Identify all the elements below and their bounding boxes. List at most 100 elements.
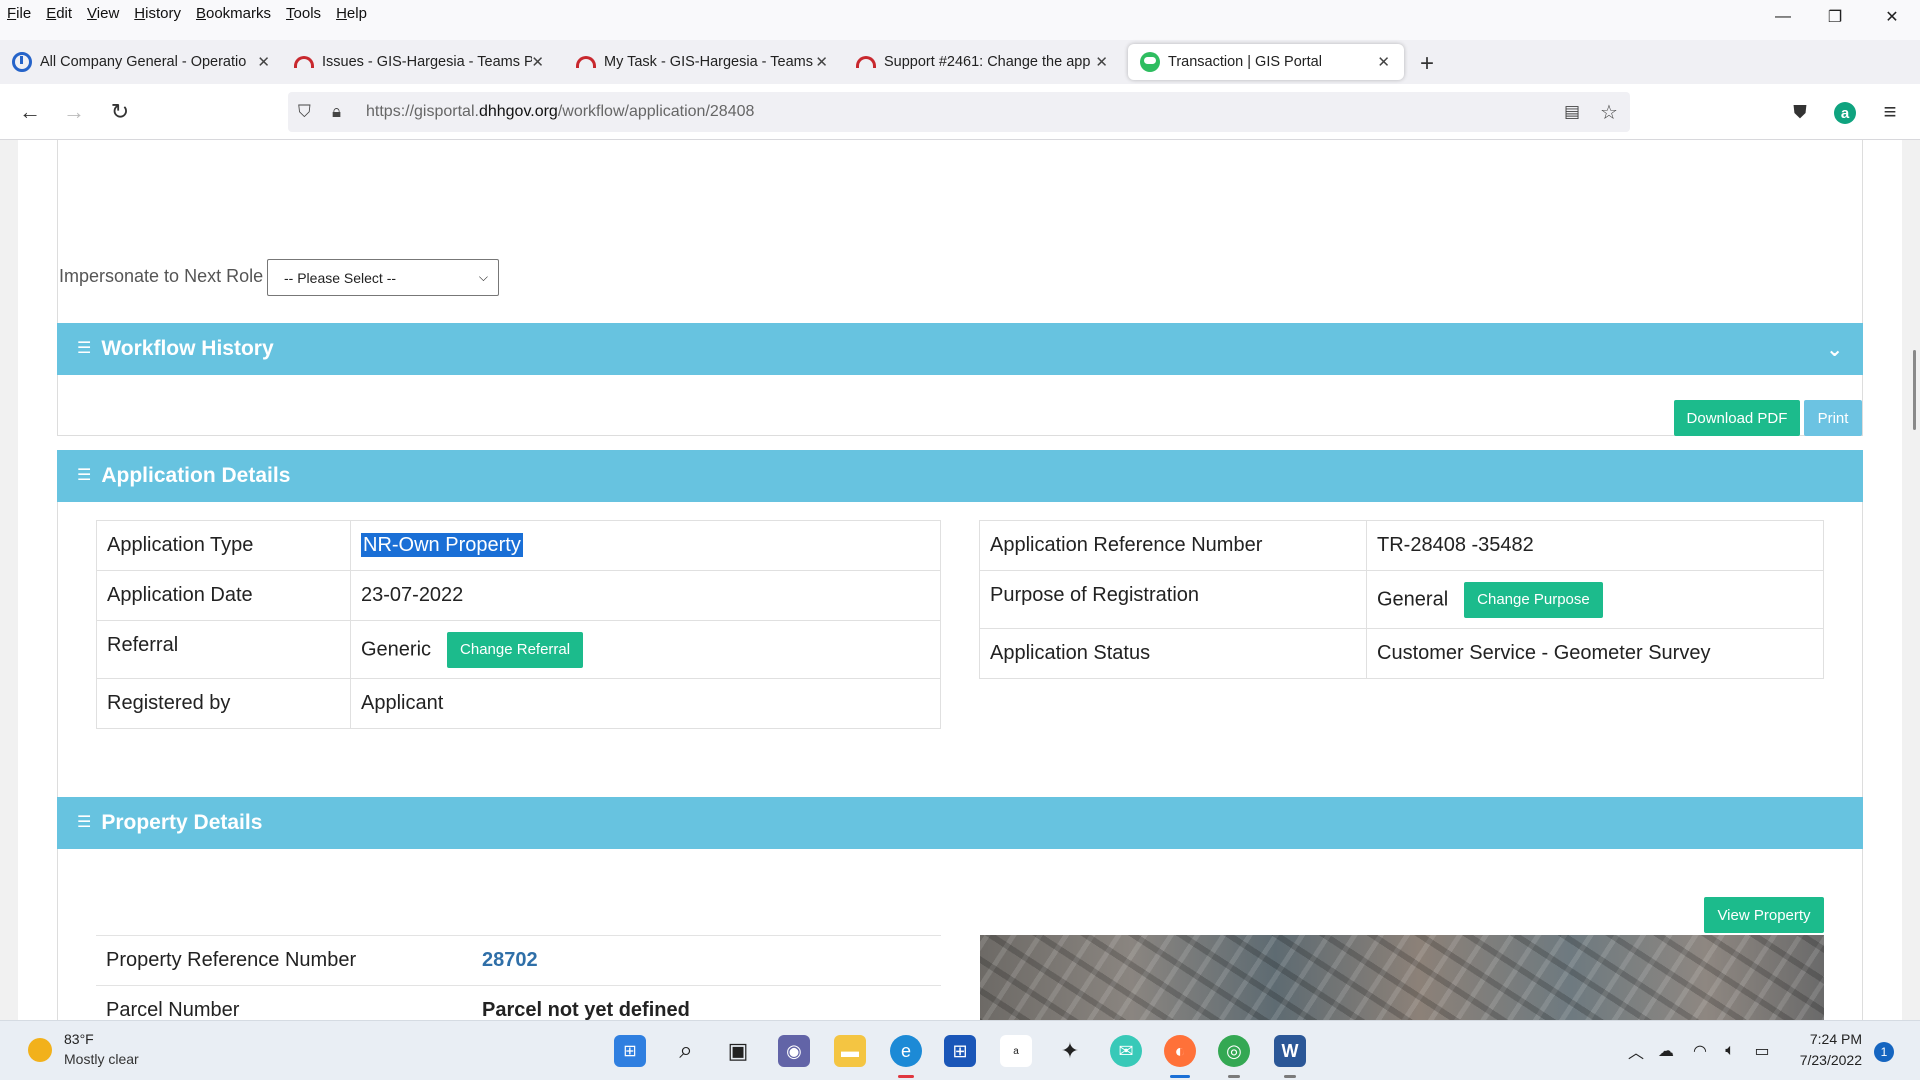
table-row: Application Type NR-Own Property (96, 520, 941, 571)
bookmark-star-icon[interactable]: ☆ (1600, 100, 1618, 125)
tab-issues[interactable]: Issues - GIS-Hargesia - Teams P ✕ (282, 44, 550, 80)
impersonate-role-select[interactable]: -- Please Select -- ⌵ (267, 259, 499, 296)
chat-icon[interactable]: ◉ (778, 1035, 810, 1067)
new-tab-button[interactable]: + (1420, 50, 1434, 78)
chrome-icon[interactable]: ◎ (1218, 1035, 1250, 1067)
onedrive-icon[interactable]: ☁ (1650, 1035, 1682, 1067)
reference-number-label: Application Reference Number (979, 520, 1367, 571)
redmine-icon (294, 56, 314, 68)
forward-button[interactable]: → (58, 96, 90, 128)
address-bar[interactable]: ⛉ 🔒︎ https://gisportal.dhhgov.org/workfl… (288, 92, 1630, 132)
notification-badge[interactable]: 1 (1874, 1042, 1894, 1062)
restore-button[interactable]: ❐ (1807, 0, 1863, 34)
close-window-button[interactable]: ✕ (1864, 0, 1920, 34)
tab-title: Transaction | GIS Portal (1168, 54, 1322, 70)
minimize-button[interactable]: — (1755, 0, 1811, 34)
table-row: Referral Generic Change Referral (96, 620, 941, 679)
wifi-icon[interactable]: ◠ (1684, 1035, 1716, 1067)
battery-icon[interactable]: ▭ (1746, 1035, 1778, 1067)
volume-icon[interactable]: 🔈︎ (1714, 1035, 1746, 1067)
close-tab-icon[interactable]: ✕ (815, 53, 828, 71)
workflow-history-header[interactable]: ☰ Workflow History ⌄ (57, 323, 1863, 375)
menu-bookmarks[interactable]: Bookmarks (196, 5, 271, 22)
chevron-up-icon[interactable]: ︿ (1620, 1035, 1652, 1067)
reader-view-icon[interactable]: ▤ (1564, 102, 1580, 122)
navigation-bar: ← → ↻ ⛉ 🔒︎ https://gisportal.dhhgov.org/… (0, 84, 1920, 140)
close-tab-icon[interactable]: ✕ (1377, 53, 1390, 71)
account-avatar[interactable]: a (1834, 102, 1856, 124)
clock-date[interactable]: 7/23/2022 (1780, 1052, 1862, 1068)
clock-time[interactable]: 7:24 PM (1780, 1031, 1862, 1047)
purpose-value: General (1377, 587, 1449, 610)
panel-title: Property Details (101, 811, 263, 834)
reload-button[interactable]: ↻ (104, 96, 136, 128)
menu-help[interactable]: Help (336, 5, 367, 22)
url-text[interactable]: https://gisportal.dhhgov.org/workflow/ap… (366, 103, 754, 121)
edge-icon[interactable]: e (890, 1035, 922, 1067)
property-reference-label: Property Reference Number (96, 935, 472, 986)
weather-temperature[interactable]: 83°F (64, 1031, 94, 1047)
file-explorer-icon[interactable]: ▬ (834, 1035, 866, 1067)
close-tab-icon[interactable]: ✕ (257, 53, 270, 71)
list-icon: ☰ (77, 814, 92, 831)
tab-support[interactable]: Support #2461: Change the app ✕ (844, 44, 1114, 80)
store-icon[interactable]: ⊞ (944, 1035, 976, 1067)
task-view-icon[interactable]: ▣ (722, 1035, 754, 1067)
chevron-down-icon[interactable]: ⌄ (1826, 337, 1843, 362)
reference-number-value: TR-28408 -35482 (1366, 520, 1824, 571)
weather-description[interactable]: Mostly clear (64, 1051, 139, 1067)
referral-label: Referral (96, 620, 351, 679)
hamburger-menu-icon[interactable]: ≡ (1874, 96, 1906, 128)
change-purpose-button[interactable]: Change Purpose (1464, 581, 1603, 618)
parcel-number-value: Parcel not yet defined (472, 985, 941, 1020)
redmine-icon (576, 56, 596, 68)
lock-icon[interactable]: 🔒︎ (332, 102, 341, 122)
view-property-button[interactable]: View Property (1704, 897, 1824, 933)
menu-view[interactable]: View (87, 5, 119, 22)
menu-file[interactable]: File (7, 5, 31, 22)
tab-title: Support #2461: Change the app (884, 54, 1091, 70)
panel-title: Workflow History (101, 337, 274, 360)
menu-bar: File Edit View History Bookmarks Tools H… (0, 0, 1920, 26)
registered-by-value: Applicant (350, 678, 941, 729)
change-referral-button[interactable]: Change Referral (447, 631, 584, 668)
back-button[interactable]: ← (14, 96, 46, 128)
tab-title: My Task - GIS-Hargesia - Teams (604, 54, 813, 70)
application-status-value: Customer Service - Geometer Survey (1366, 628, 1824, 679)
tab-strip: All Company General - Operatio ✕ Issues … (0, 40, 1920, 84)
amazon-icon[interactable]: a (1000, 1035, 1032, 1067)
property-details-table: Property Reference Number 28702 Parcel N… (96, 935, 941, 1020)
weather-moon-icon[interactable] (28, 1038, 52, 1062)
word-icon[interactable]: W (1274, 1035, 1306, 1067)
download-pdf-button[interactable]: Download PDF (1674, 400, 1800, 436)
dropbox-icon[interactable]: ✦ (1054, 1035, 1086, 1067)
menu-edit[interactable]: Edit (46, 5, 72, 22)
pocket-icon[interactable]: ⛊ (1784, 96, 1816, 128)
close-tab-icon[interactable]: ✕ (1095, 53, 1108, 71)
mail-icon[interactable]: ✉ (1110, 1035, 1142, 1067)
application-type-value[interactable]: NR-Own Property (361, 533, 523, 557)
windows-taskbar: 83°F Mostly clear ⊞ ⌕ ▣ ◉ ▬ e ⊞ a ✦ ✉ ◐ … (0, 1020, 1920, 1080)
tab-title: Issues - GIS-Hargesia - Teams P (322, 54, 532, 70)
panel-title: Application Details (101, 464, 291, 487)
close-tab-icon[interactable]: ✕ (531, 53, 544, 71)
edge-running-indicator (898, 1075, 914, 1078)
property-details-header[interactable]: ☰ Property Details (57, 797, 1863, 849)
page-scrollbar[interactable] (1902, 140, 1920, 1020)
scrollbar-thumb[interactable] (1913, 350, 1916, 430)
property-aerial-map[interactable] (980, 935, 1824, 1020)
firefox-icon[interactable]: ◐ (1164, 1035, 1196, 1067)
redmine-icon (856, 56, 876, 68)
tab-teams-general[interactable]: All Company General - Operatio ✕ (0, 44, 276, 80)
search-icon[interactable]: ⌕ (670, 1035, 702, 1067)
property-reference-link[interactable]: 28702 (472, 935, 941, 986)
shield-icon[interactable]: ⛉ (298, 102, 311, 122)
menu-history[interactable]: History (134, 5, 181, 22)
start-icon[interactable]: ⊞ (614, 1035, 646, 1067)
application-date-value: 23-07-2022 (350, 570, 941, 621)
print-button[interactable]: Print (1804, 400, 1862, 436)
menu-tools[interactable]: Tools (286, 5, 321, 22)
tab-my-task[interactable]: My Task - GIS-Hargesia - Teams ✕ (564, 44, 834, 80)
tab-transaction[interactable]: Transaction | GIS Portal ✕ (1128, 44, 1404, 80)
application-details-header[interactable]: ☰ Application Details (57, 450, 1863, 502)
